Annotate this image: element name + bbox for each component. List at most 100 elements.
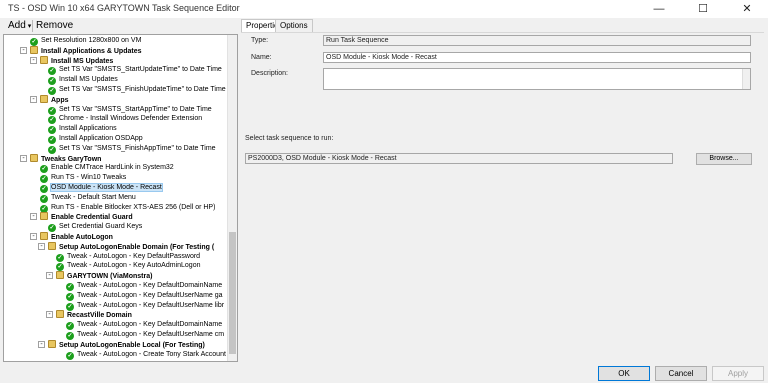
tree-item-label: Enable Credential Guard [51, 214, 133, 222]
description-label: Description: [251, 70, 288, 77]
tree-step[interactable]: ✓ Tweak - AutoLogon - Key DefaultUserName… [66, 301, 224, 311]
tree-step[interactable]: ✓ Set TS Var "SMSTS_StartAppTime" to Date… [48, 105, 212, 115]
tree-item-label: Tweak - AutoLogon - Key DefaultDomainNam… [77, 282, 223, 289]
tree-group[interactable]: RecastVille Domain [56, 310, 132, 320]
title-bar: TS - OSD Win 10 x64 GARYTOWN Task Sequen… [0, 0, 768, 18]
properties-panel: Properties Options Type: Run Task Sequen… [240, 18, 768, 363]
tree-scrollbar[interactable] [227, 35, 237, 361]
check-icon: ✓ [48, 106, 56, 115]
check-icon: ✓ [48, 126, 56, 135]
browse-button[interactable]: Browse... [696, 153, 752, 165]
name-input[interactable]: OSD Module - Kiosk Mode - Recast [323, 52, 751, 63]
toolbar-divider [32, 20, 33, 32]
tree-step[interactable]: ✓ Run TS - Win10 Tweaks [40, 173, 126, 184]
collapse-icon[interactable]: - [30, 233, 37, 240]
tree-item-label: Enable CMTrace HardLink in System32 [51, 164, 174, 172]
toolbar: Add ▾ Remove [0, 18, 238, 34]
tree-scrollbar-thumb[interactable] [229, 232, 236, 354]
task-sequence-editor-window: TS - OSD Win 10 x64 GARYTOWN Task Sequen… [0, 0, 768, 383]
tree-item-label: Chrome - Install Windows Defender Extens… [59, 115, 203, 123]
check-icon: ✓ [56, 263, 64, 272]
tree-step[interactable]: ✓ Tweak - AutoLogon - Key DefaultDomainNa… [66, 320, 222, 331]
maximize-button[interactable]: ☐ [684, 0, 722, 18]
check-icon: ✓ [56, 253, 64, 262]
tree-item-label: Set Resolution 1280x800 on VM [41, 37, 142, 44]
tree-group[interactable]: GARYTOWN (ViaMonstra) [56, 271, 152, 281]
check-icon: ✓ [66, 332, 74, 340]
close-button[interactable]: ✕ [728, 0, 766, 18]
tree-step[interactable]: ✓ Set TS Var "SMSTS_StartUpdateTime" to D… [48, 65, 222, 76]
tree-step[interactable]: ✓ Tweak - AutoLogon - Key DefaultUserName… [66, 330, 224, 340]
task-sequence-field: PS2000D3, OSD Module - Kiosk Mode - Reca… [245, 153, 673, 164]
tree-item-label: Set TS Var "SMSTS_FinishUpdateTime" to D… [59, 86, 226, 93]
remove-button[interactable]: Remove [36, 19, 73, 33]
check-icon: ✓ [48, 116, 56, 125]
tree-group[interactable]: Enable Credential Guard [40, 212, 133, 222]
dialog-footer: OK Cancel Apply [0, 363, 768, 383]
tab-options[interactable]: Options [275, 19, 313, 32]
check-icon: ✓ [40, 204, 48, 213]
tree-item-label: Setup AutoLogonEnable Domain (For Testin… [59, 243, 215, 251]
tree-group[interactable]: Enable AutoLogon [40, 232, 113, 242]
check-icon: ✓ [40, 194, 48, 203]
description-input[interactable] [323, 68, 751, 90]
tree-step[interactable]: ✓ Tweak - AutoLogon - Create Tony Stark A… [66, 350, 226, 360]
folder-icon [48, 241, 56, 250]
name-label: Name: [251, 54, 272, 61]
tree-step[interactable]: ✓ Set Resolution 1280x800 on VM [30, 36, 141, 46]
tree-group[interactable]: Setup AutoLogonEnable Local (For Testing… [48, 339, 205, 350]
tree-step[interactable]: ✓ Install Applications [48, 124, 117, 135]
tree-item-label: Install Applications [59, 125, 117, 133]
check-icon: ✓ [48, 224, 56, 233]
tree-item-label: Install MS Updates [59, 76, 118, 84]
tree-step[interactable]: ✓ Tweak - AutoLogon - Key DefaultDomainNa… [66, 281, 222, 291]
tree-step[interactable]: ✓ Run TS - Enable Bitlocker XTS-AES 256 (… [40, 203, 215, 213]
collapse-icon[interactable]: - [30, 56, 37, 64]
tree-item-label: OSD Module - Kiosk Mode - Recast [50, 183, 163, 192]
tree-step[interactable]: ✓ Set Credential Guard Keys [48, 222, 142, 233]
tree-step[interactable]: ✓ Tweak - Default Start Menu [40, 193, 136, 203]
tree-step[interactable]: ✓ Install Application OSDApp [48, 134, 143, 144]
collapse-icon[interactable]: - [38, 340, 45, 348]
tree-step[interactable]: ✓ Enable CMTrace HardLink in System32 [40, 163, 174, 174]
folder-icon [40, 94, 48, 103]
tree-item-label: Tweaks GaryTown [41, 155, 102, 163]
tree-item-label: GARYTOWN (ViaMonstra) [67, 273, 153, 281]
tree-group[interactable]: Install Applications & Updates [30, 45, 141, 56]
check-icon: ✓ [40, 175, 48, 184]
check-icon: ✓ [48, 87, 56, 95]
collapse-icon[interactable]: - [30, 213, 37, 221]
tree-step[interactable]: ✓ Tweak - AutoLogon - Key AutoAdminLogon [56, 261, 200, 272]
description-scrollbar[interactable] [742, 69, 750, 89]
tree-step[interactable]: ✓ Set TS Var "SMSTS_FinishUpdateTime" to … [48, 85, 226, 95]
folder-icon [56, 271, 64, 280]
collapse-icon[interactable]: - [38, 242, 45, 250]
tree-group[interactable]: Apps [40, 94, 69, 105]
tree-step[interactable]: ✓ Chrome - Install Windows Defender Exten… [48, 114, 203, 125]
ok-button[interactable]: OK [598, 366, 650, 381]
check-icon: ✓ [48, 145, 56, 154]
collapse-icon[interactable]: - [46, 272, 53, 280]
tree-item-label: Apps [51, 96, 69, 104]
tree-step[interactable]: ✓ Set TS Var "SMSTS_FinishAppTime" to Dat… [48, 144, 216, 154]
tree-group[interactable]: Tweaks GaryTown [30, 153, 102, 164]
tree-step[interactable]: ✓ OSD Module - Kiosk Mode - Recast [40, 183, 163, 193]
tree-group[interactable]: Setup AutoLogonEnable Domain (For Testin… [48, 241, 215, 252]
tree-step[interactable]: ✓ Install MS Updates [48, 75, 118, 86]
task-sequence-tree[interactable]: ✓ Set Resolution 1280x800 on VM Install Ap… [3, 34, 238, 362]
collapse-icon[interactable]: - [30, 95, 37, 103]
collapse-icon[interactable]: - [46, 311, 53, 319]
cancel-button[interactable]: Cancel [655, 366, 707, 381]
folder-icon [40, 55, 48, 64]
add-menu-button[interactable]: Add ▾ [8, 19, 31, 33]
tree-step[interactable]: ✓ Tweak - AutoLogon - Key DefaultPassword [56, 252, 200, 262]
tree-item-label: Tweak - AutoLogon - Key DefaultUserName … [77, 291, 223, 299]
minimize-button[interactable]: — [640, 0, 678, 18]
tree-group[interactable]: Install MS Updates [40, 55, 113, 66]
check-icon: ✓ [30, 38, 38, 46]
tree-step[interactable]: ✓ Tweak - AutoLogon - Key DefaultUserName… [66, 291, 223, 301]
collapse-icon[interactable]: - [20, 154, 27, 162]
collapse-icon[interactable]: - [20, 46, 27, 54]
folder-icon [30, 153, 38, 162]
apply-button[interactable]: Apply [712, 366, 764, 381]
